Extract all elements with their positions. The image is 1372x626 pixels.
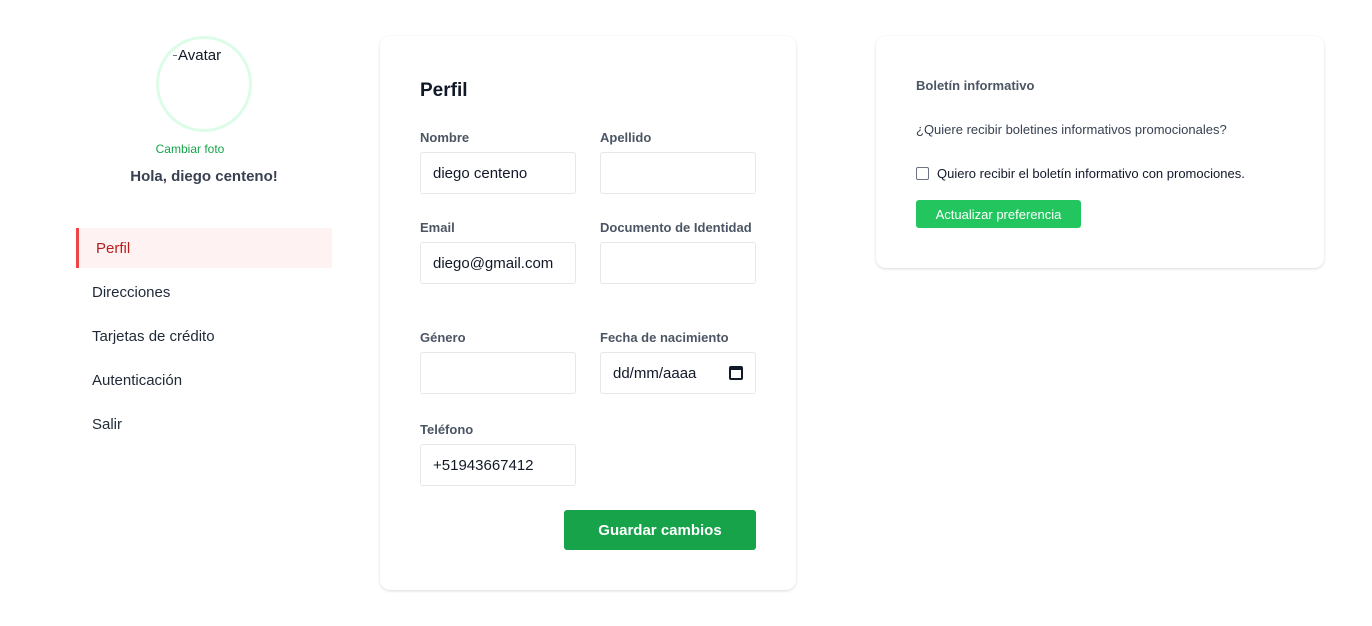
fecha-placeholder: dd/mm/aaaa (613, 364, 697, 382)
genero-label: Género (420, 330, 466, 345)
genero-field-group: Género (420, 328, 576, 394)
nombre-label: Nombre (420, 130, 470, 145)
update-preference-button[interactable]: Actualizar preferencia (916, 200, 1081, 228)
sidebar-item-tarjetas[interactable]: Tarjetas de crédito (76, 316, 332, 356)
sidebar-item-perfil[interactable]: Perfil (76, 228, 332, 268)
sidebar-item-salir[interactable]: Salir (76, 404, 332, 444)
documento-label: Documento de Identidad (600, 220, 752, 235)
newsletter-title: Boletín informativo (916, 78, 1035, 93)
email-input[interactable]: diego@gmail.com (420, 242, 576, 284)
telefono-input[interactable]: +51943667412 (420, 444, 576, 486)
genero-input[interactable] (420, 352, 576, 394)
documento-input[interactable] (600, 242, 756, 284)
calendar-icon[interactable] (729, 366, 743, 380)
sidebar-nav: Perfil Direcciones Tarjetas de crédito A… (76, 228, 332, 448)
email-label: Email (420, 220, 455, 235)
nombre-field-group: Nombre diego centeno (420, 128, 576, 194)
greeting: Hola, diego centeno! (130, 168, 278, 185)
page: Avatar Cambiar foto Hola, diego centeno!… (0, 0, 1372, 626)
apellido-input[interactable] (600, 152, 756, 194)
save-button[interactable]: Guardar cambios (564, 510, 756, 550)
avatar-broken-image: Avatar (173, 47, 221, 64)
newsletter-card: Boletín informativo ¿Quiere recibir bole… (876, 36, 1324, 268)
profile-card: Perfil Nombre diego centeno Apellido Ema… (380, 36, 796, 590)
avatar-wrap: Avatar (156, 36, 252, 132)
broken-image-icon (173, 55, 177, 56)
profile-title: Perfil (420, 80, 468, 101)
documento-field-group: Documento de Identidad (600, 218, 756, 284)
newsletter-question: ¿Quiere recibir boletines informativos p… (916, 122, 1227, 137)
avatar-alt-text: Avatar (178, 47, 222, 64)
nombre-input[interactable]: diego centeno (420, 152, 576, 194)
newsletter-checkbox[interactable] (916, 167, 929, 180)
newsletter-checkbox-row[interactable]: Quiero recibir el boletín informativo co… (916, 166, 1245, 181)
apellido-label: Apellido (600, 130, 652, 145)
telefono-label: Teléfono (420, 422, 474, 437)
telefono-field-group: Teléfono +51943667412 (420, 420, 576, 486)
avatar[interactable]: Avatar (156, 36, 252, 132)
email-field-group: Email diego@gmail.com (420, 218, 576, 284)
newsletter-checkbox-label[interactable]: Quiero recibir el boletín informativo co… (937, 166, 1245, 181)
sidebar-item-autenticacion[interactable]: Autenticación (76, 360, 332, 400)
sidebar-item-direcciones[interactable]: Direcciones (76, 272, 332, 312)
fecha-label: Fecha de nacimiento (600, 330, 729, 345)
fecha-field-group: Fecha de nacimiento dd/mm/aaaa (600, 328, 756, 394)
apellido-field-group: Apellido (600, 128, 756, 194)
fecha-input[interactable]: dd/mm/aaaa (600, 352, 756, 394)
change-photo-link[interactable]: Cambiar foto (76, 142, 304, 156)
